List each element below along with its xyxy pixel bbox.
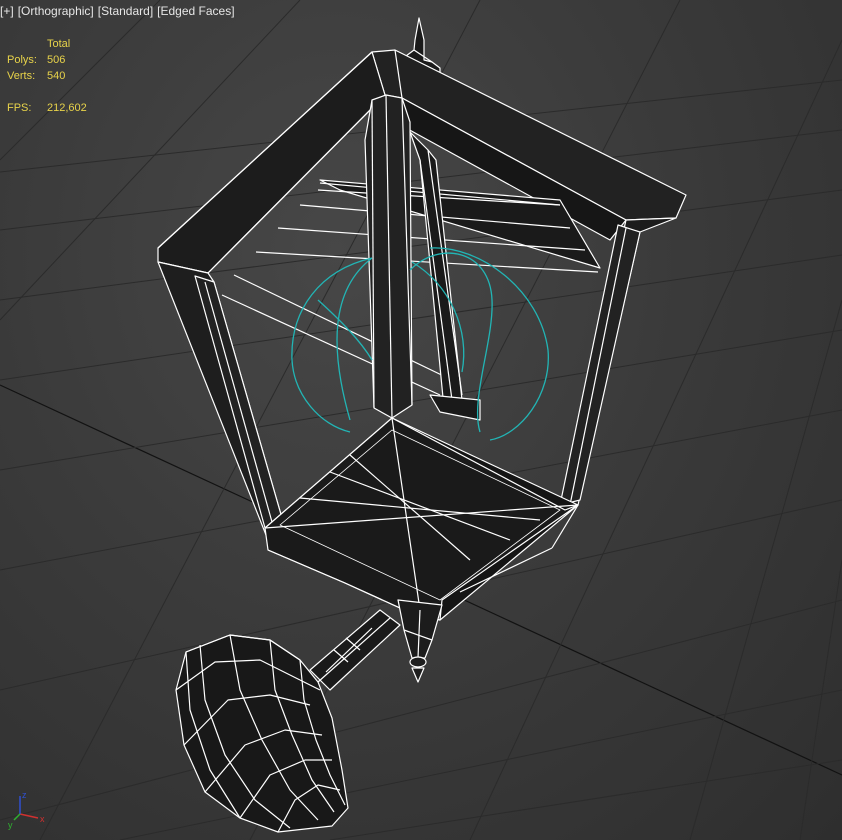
axis-x-label: x bbox=[40, 814, 45, 824]
verts-label: Verts: bbox=[7, 70, 36, 82]
viewport-label[interactable]: [+] [Orthographic] [Standard] [Edged Fac… bbox=[0, 3, 235, 19]
fps-value: 212,602 bbox=[47, 102, 87, 114]
polys-label: Polys: bbox=[7, 54, 37, 66]
viewport-perspective[interactable]: [+] [Orthographic] [Standard] [Edged Fac… bbox=[0, 0, 842, 840]
stats-header: Total bbox=[47, 38, 71, 50]
fps-label: FPS: bbox=[7, 102, 32, 114]
viewport-shading-menu[interactable]: [Standard] bbox=[98, 4, 153, 18]
viewport-plus-menu[interactable]: [+] bbox=[0, 4, 14, 18]
axis-y-label: y bbox=[8, 820, 13, 830]
statistics-overlay: Total Polys: 506 Verts: 540 FPS: 212,602 bbox=[7, 36, 87, 116]
viewport-display-mode-menu[interactable]: [Edged Faces] bbox=[157, 4, 234, 18]
scene-canvas[interactable] bbox=[0, 0, 842, 840]
light-helper[interactable] bbox=[291, 247, 549, 441]
axis-tripod-icon: x z y bbox=[8, 790, 45, 830]
verts-value: 540 bbox=[47, 70, 66, 82]
axis-z-label: z bbox=[22, 790, 27, 800]
viewport-view-menu[interactable]: [Orthographic] bbox=[18, 4, 94, 18]
polys-value: 506 bbox=[47, 54, 66, 66]
